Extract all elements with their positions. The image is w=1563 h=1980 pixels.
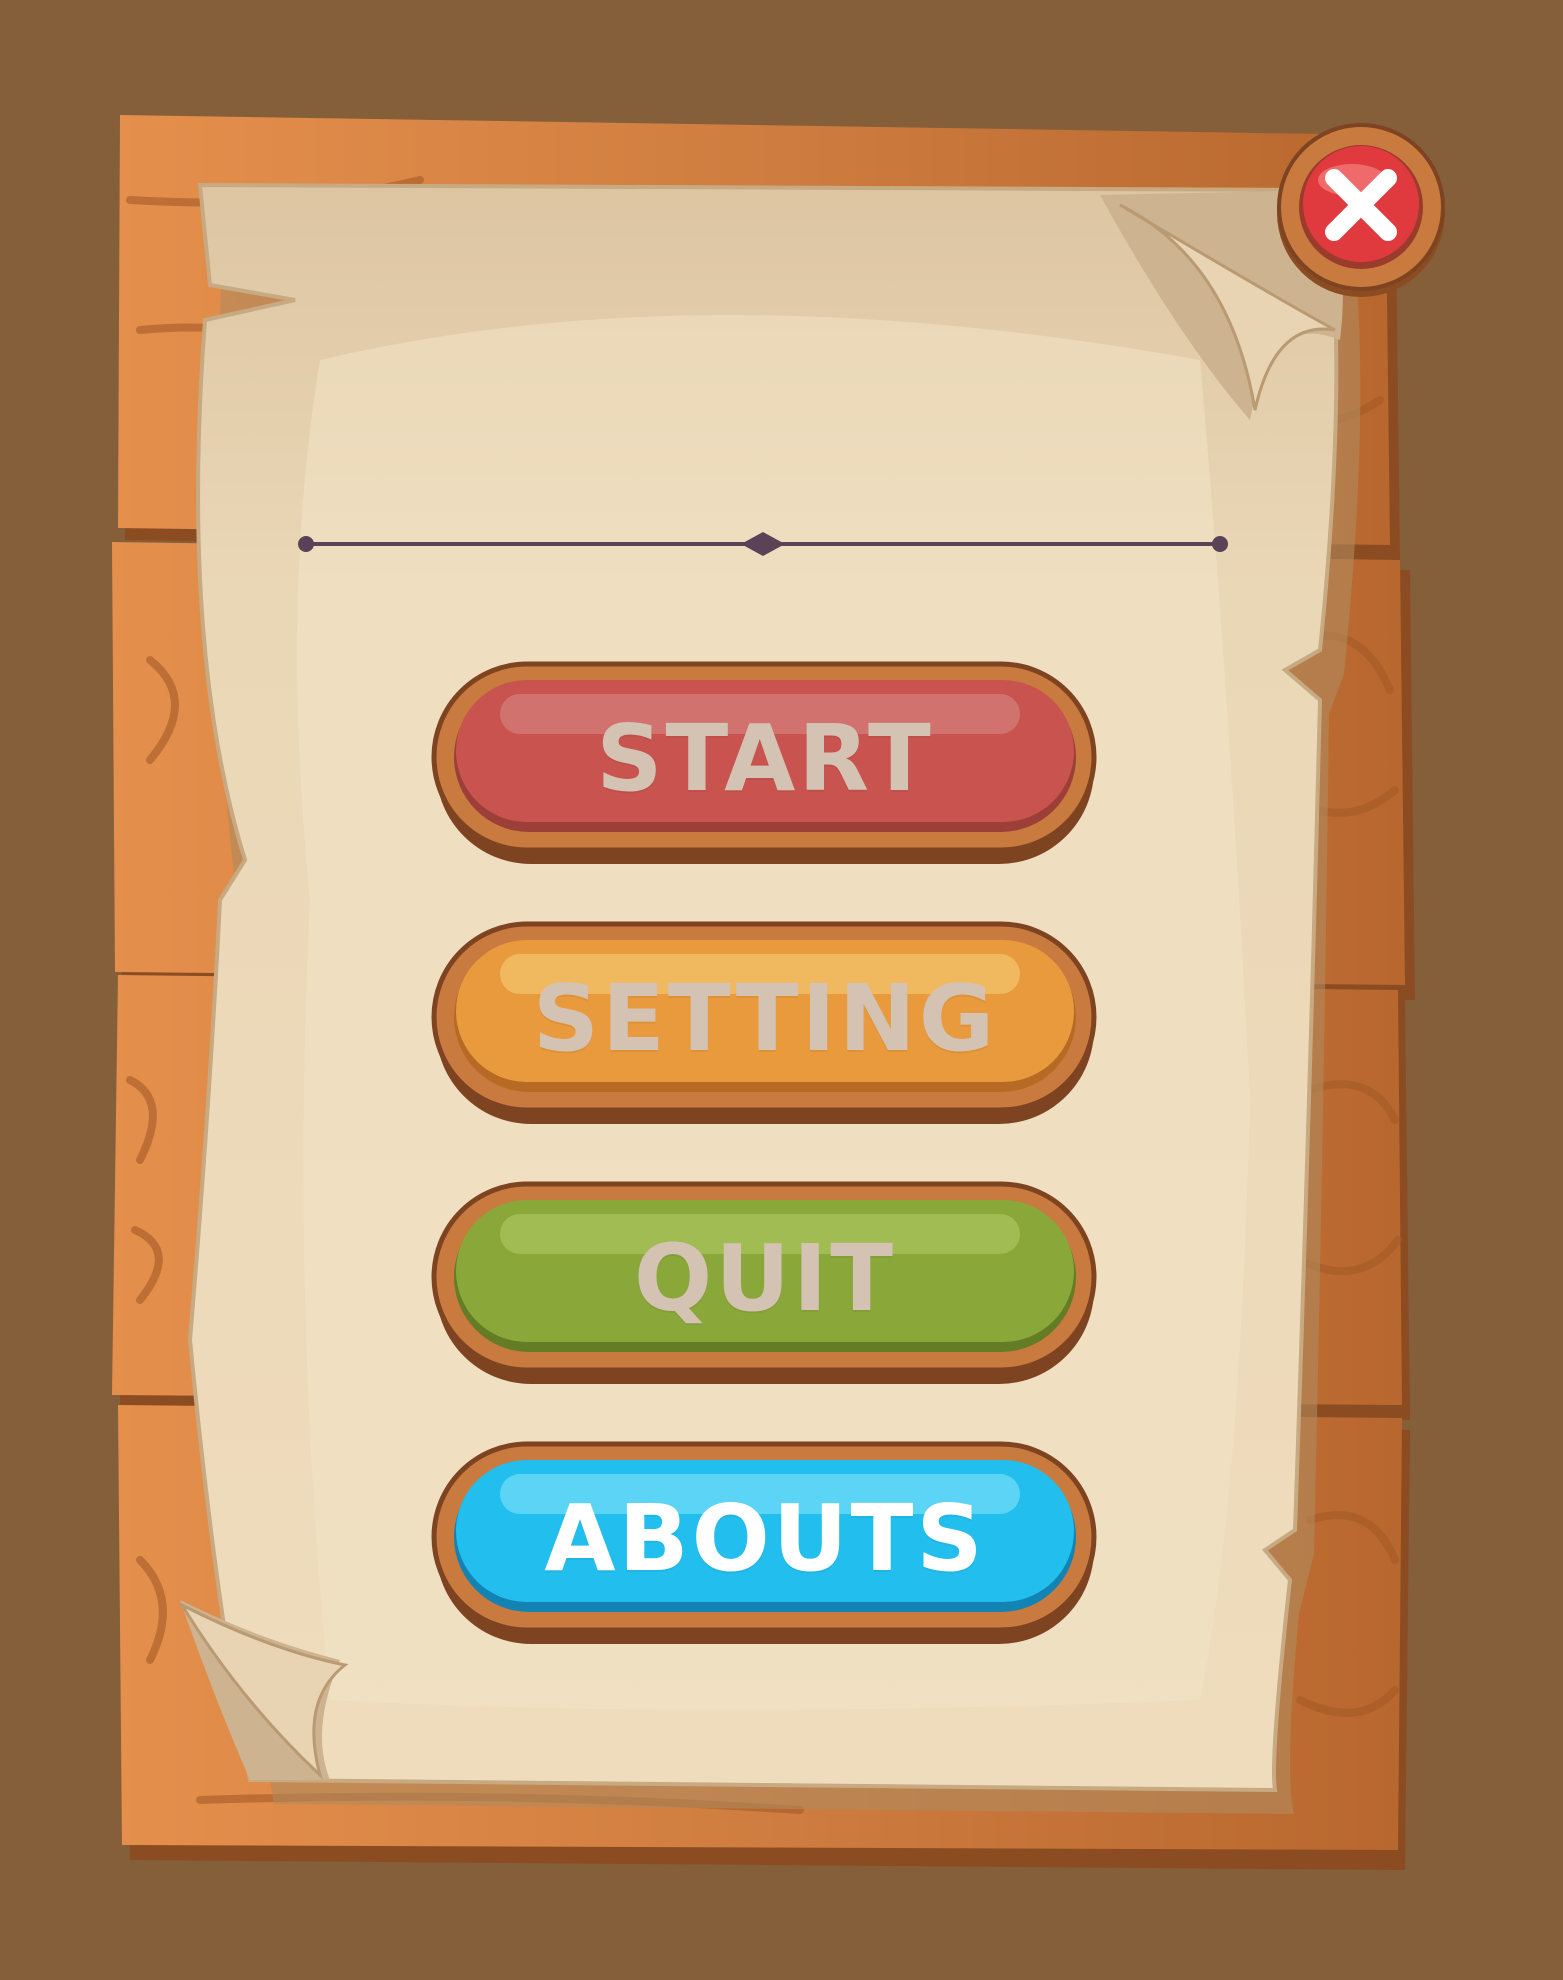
abouts-label: ABOUTS — [544, 1484, 986, 1592]
start-button[interactable]: START — [430, 660, 1100, 870]
setting-label: SETTING — [532, 964, 998, 1072]
close-icon — [1277, 123, 1445, 297]
setting-button[interactable]: SETTING — [430, 920, 1100, 1130]
game-menu-screen: START SETTING QUIT ABOUTS — [0, 0, 1563, 1980]
abouts-button[interactable]: ABOUTS — [430, 1440, 1100, 1650]
quit-label: QUIT — [634, 1224, 896, 1332]
quit-button[interactable]: QUIT — [430, 1180, 1100, 1390]
title-divider — [298, 532, 1228, 556]
close-button[interactable] — [1270, 118, 1452, 300]
start-label: START — [596, 704, 934, 812]
